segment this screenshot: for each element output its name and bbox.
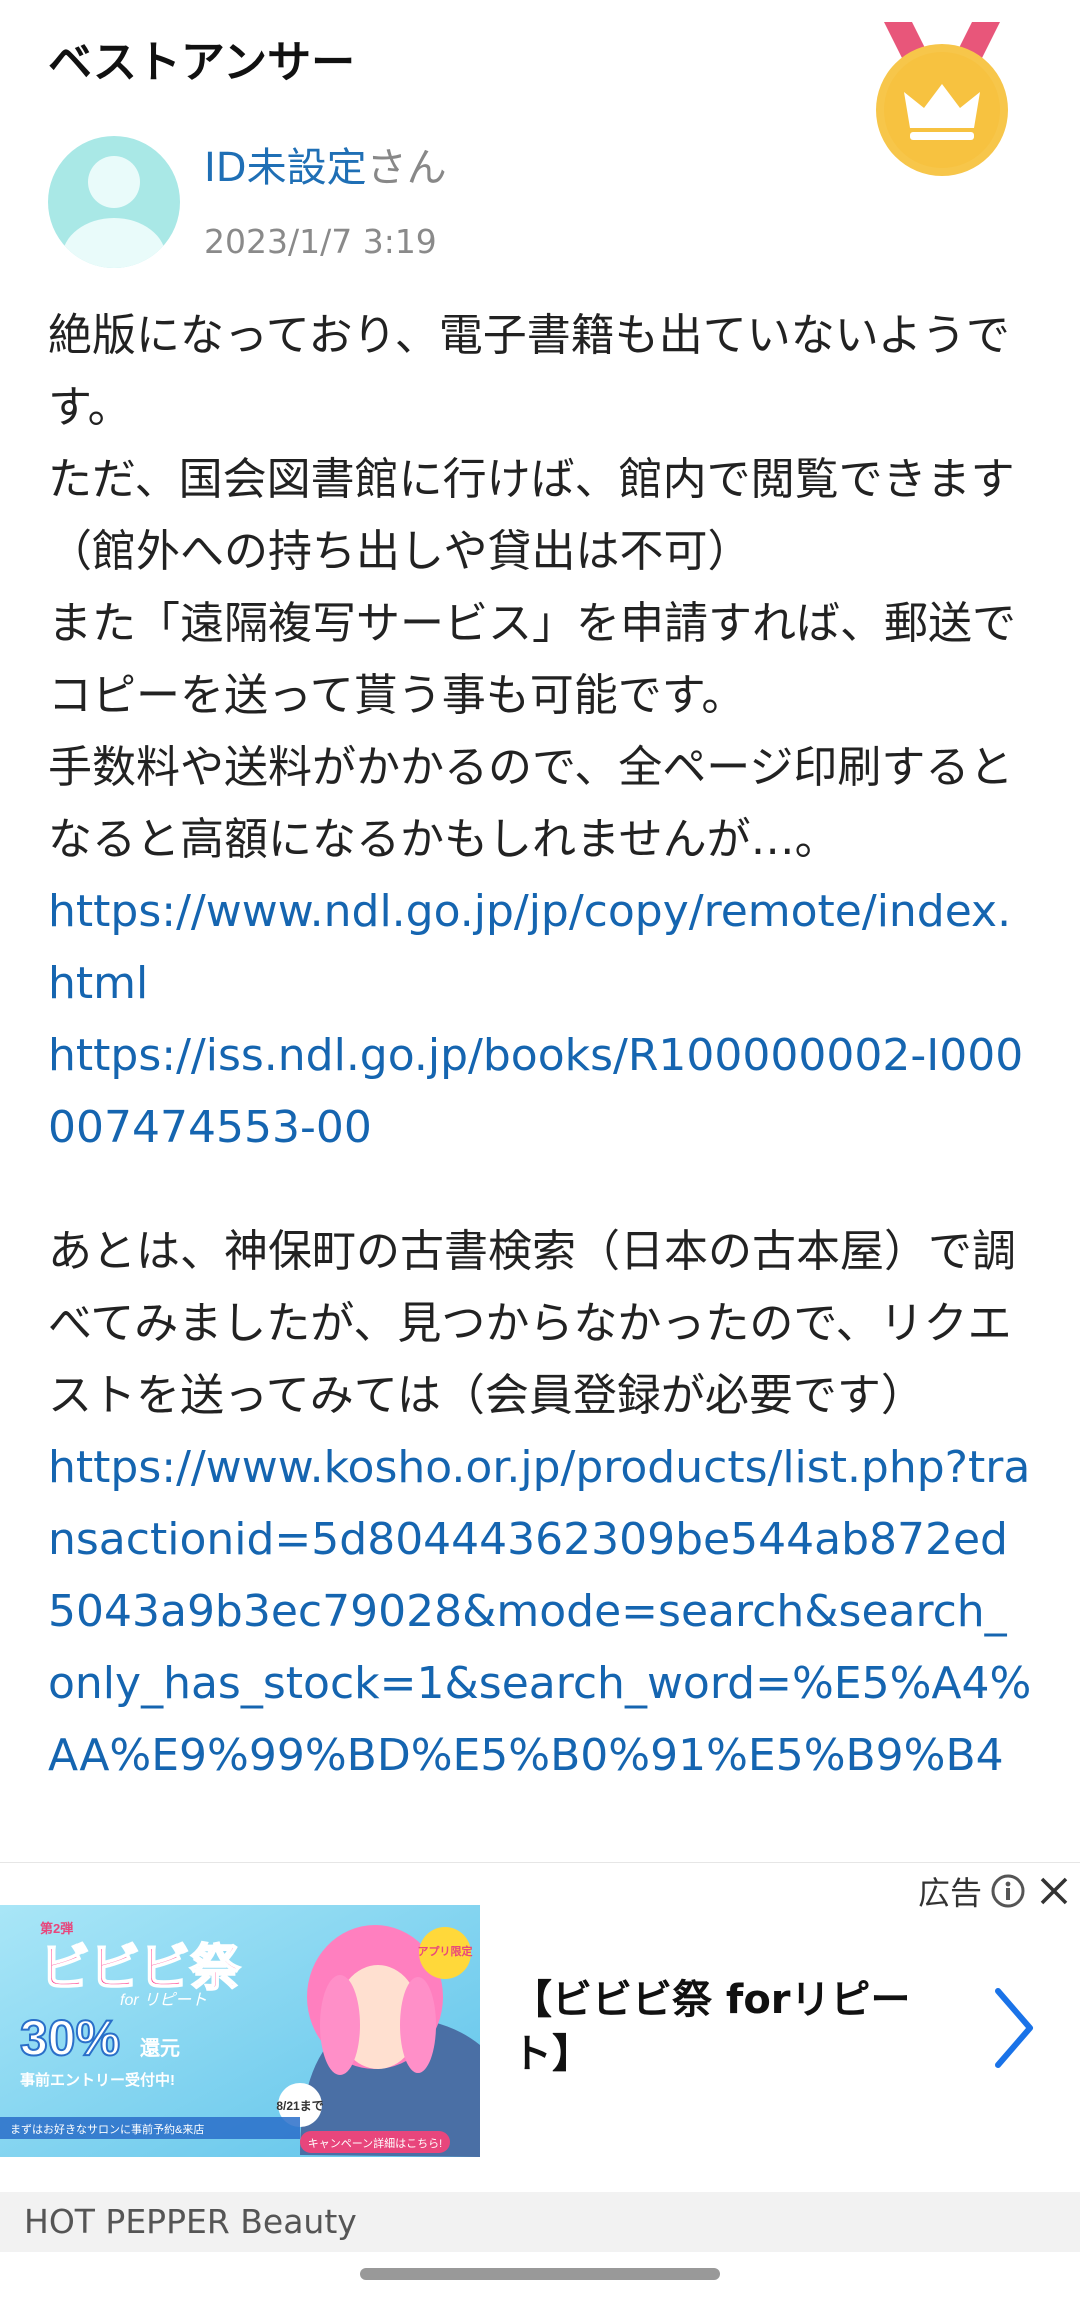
chevron-right-icon[interactable]	[990, 1985, 1036, 2071]
section-title: ベストアンサー	[48, 37, 356, 88]
ad-label: 広告	[918, 1874, 983, 1912]
banner-footer: まずはお好きなサロンに事前予約&来店	[10, 2122, 204, 2136]
banner-entry: 事前エントリー受付中!	[20, 2071, 175, 2089]
banner-percent-unit: 還元	[140, 2037, 180, 2060]
avatar[interactable]	[48, 136, 180, 268]
ad-title[interactable]: 【ビビビ祭 forリピート】	[512, 1973, 912, 2081]
answer-paragraph-1: 絶版になっており、電子書籍も出ていないようです。	[48, 310, 1010, 433]
answer-paragraph-2: ただ、国会図書館に行けば、館内で閲覧できます（館外への持ち出しや貸出は不可）	[48, 454, 1015, 577]
close-icon[interactable]	[1036, 1873, 1072, 1909]
answerer-suffix: さん	[366, 145, 447, 191]
best-answer-header: ベストアンサー	[48, 30, 908, 100]
banner-headline: ビビビ祭	[40, 1940, 241, 1996]
banner-badge: 第2弾	[40, 1921, 73, 1936]
answer-paragraph-4: 手数料や送料がかかるので、全ページ印刷するとなると高額になるかもしれませんが…。	[48, 742, 1014, 865]
avatar-head	[88, 156, 140, 208]
banner-percent: 30%	[20, 2010, 120, 2066]
banner-app-only: アプリ限定	[418, 1944, 473, 1958]
ad-banner-image[interactable]: キャンペーン詳細はこちら! アプリ限定 8/21まで 第2弾 ビビビ祭 for …	[0, 1905, 480, 2157]
answerer-info: ID未設定さん 2023/1/7 3:19	[48, 136, 948, 276]
answer-paragraph-5: あとは、神保町の古書検索（日本の古本屋）で調べてみましたが、見つからなかったので…	[48, 1226, 1016, 1421]
ndl-book-link[interactable]: https://iss.ndl.go.jp/books/R100000002-I…	[48, 1020, 1032, 1164]
answer-body: 絶版になっており、電子書籍も出ていないようです。 ただ、国会図書館に行けば、館内…	[48, 300, 1032, 1860]
banner-cta: キャンペーン詳細はこちら!	[308, 2136, 443, 2150]
kosho-search-link[interactable]: https://www.kosho.or.jp/products/list.ph…	[48, 1432, 1032, 1792]
ad-advertiser-name: HOT PEPPER Beauty	[24, 2202, 357, 2241]
answer-paragraph-3: また「遠隔複写サービス」を申請すれば、郵送でコピーを送って貰う事も可能です。	[48, 598, 1016, 721]
banner-subline: for リピート	[120, 1992, 207, 2009]
avatar-body	[62, 218, 166, 268]
ad-unit: 広告 キャンペーン詳細はこちら! アプリ限定 8/21まで 第2弾 ビビビ祭 f…	[0, 1862, 1080, 2188]
gesture-home-bar[interactable]	[360, 2268, 720, 2280]
banner-date: 8/21まで	[276, 2099, 323, 2113]
info-icon[interactable]	[990, 1873, 1026, 1909]
ad-advertiser-bar[interactable]: HOT PEPPER Beauty	[0, 2192, 1080, 2252]
answerer-id-link[interactable]: ID未設定	[204, 145, 367, 191]
answerer-name: ID未設定さん	[204, 142, 447, 194]
answer-date: 2023/1/7 3:19	[204, 222, 437, 261]
ndl-copy-link[interactable]: https://www.ndl.go.jp/jp/copy/remote/ind…	[48, 876, 1032, 1020]
